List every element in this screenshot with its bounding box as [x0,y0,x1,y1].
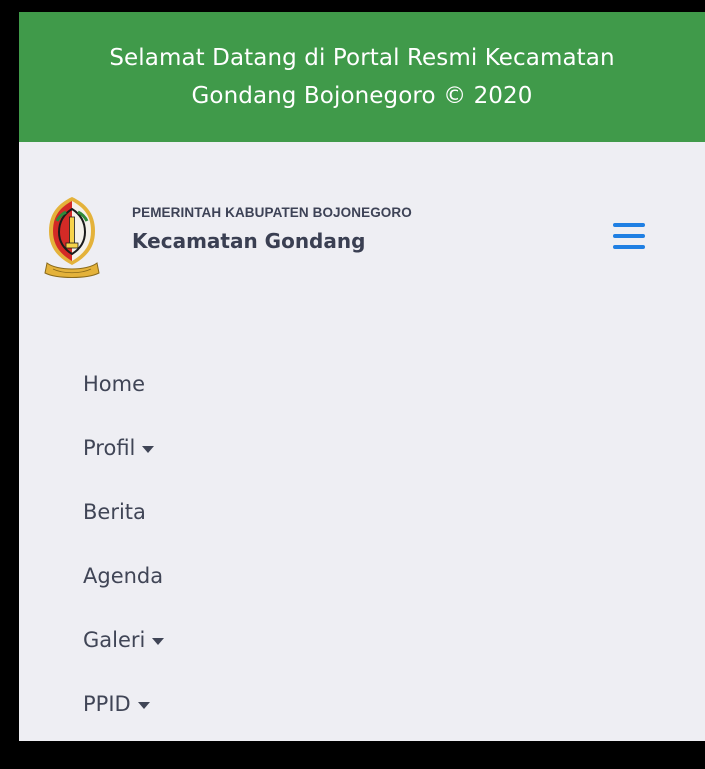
welcome-text: Selamat Datang di Portal Resmi Kecamatan… [109,45,615,109]
site-title[interactable]: Kecamatan Gondang [132,229,365,253]
caret-down-icon [152,637,165,645]
nav-item-galeri[interactable]: Galeri [83,608,483,672]
nav-item-label: Profil [83,436,136,460]
nav-item-label: Home [83,372,146,396]
nav-item-label: Agenda [83,564,164,588]
main-navigation: Home Profil Berita Agenda Galeri PPID [83,352,483,736]
nav-item-label: Galeri [83,628,146,652]
device-frame: Selamat Datang di Portal Resmi Kecamatan… [0,0,705,769]
nav-item-ppid[interactable]: PPID [83,672,483,736]
bojonegoro-regency-emblem-icon[interactable] [43,195,101,280]
nav-item-label: PPID [83,692,131,716]
browser-viewport: Selamat Datang di Portal Resmi Kecamatan… [19,12,705,741]
nav-item-label: Berita [83,500,146,524]
nav-item-berita[interactable]: Berita [83,480,483,544]
nav-item-agenda[interactable]: Agenda [83,544,483,608]
hamburger-menu-icon[interactable] [613,221,645,251]
caret-down-icon [142,445,155,453]
regency-subtitle: PEMERINTAH KABUPATEN BOJONEGORO [132,205,412,220]
caret-down-icon [137,701,150,709]
nav-item-home[interactable]: Home [83,352,483,416]
nav-item-profil[interactable]: Profil [83,416,483,480]
site-header: PEMERINTAH KABUPATEN BOJONEGORO Kecamata… [19,177,705,287]
welcome-bar: Selamat Datang di Portal Resmi Kecamatan… [19,12,705,142]
